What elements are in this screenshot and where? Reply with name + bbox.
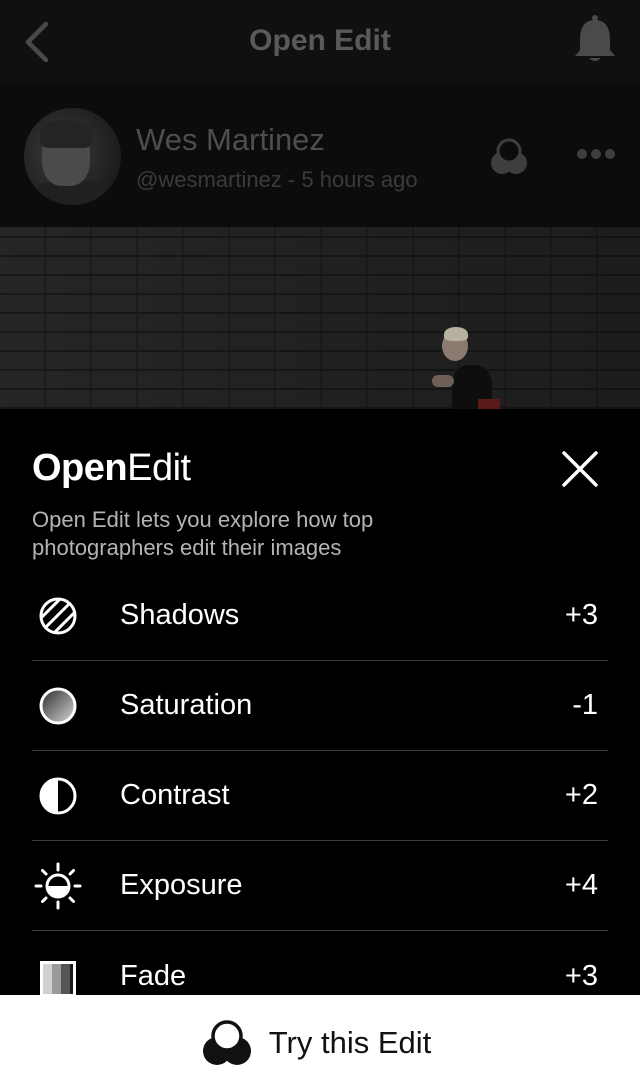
try-edit-button[interactable]: Try this Edit [0, 995, 640, 1091]
post-meta: @wesmartinez - 5 hours ago [136, 167, 418, 192]
adjustment-row-fade: Fade +3 [32, 931, 608, 995]
adjustment-row-shadows: Shadows +3 [32, 571, 608, 661]
adjustment-row-saturation: Saturation -1 [32, 661, 608, 751]
post-photo [0, 227, 640, 409]
sheet-title: OpenEdit [32, 447, 191, 489]
adjustment-list: Shadows +3 Saturation -1 Contrast +2 Exp… [32, 571, 608, 995]
fade-icon [40, 961, 76, 995]
nav-title: Open Edit [249, 24, 391, 57]
user-name[interactable]: Wes Martinez [136, 122, 325, 158]
close-icon[interactable] [561, 450, 599, 488]
saturation-icon [39, 687, 77, 725]
chevron-left-icon[interactable] [20, 20, 52, 64]
sheet-description: Open Edit lets you explore how top photo… [32, 507, 374, 560]
adjustment-row-exposure: Exposure +4 [32, 841, 608, 931]
try-edit-label: Try this Edit [268, 1025, 432, 1060]
nav-bar: Open Edit [0, 0, 640, 82]
contrast-icon [39, 777, 77, 815]
exposure-icon [34, 862, 82, 910]
shadows-icon [39, 597, 77, 635]
bell-icon[interactable] [572, 14, 618, 64]
avatar[interactable] [24, 108, 121, 205]
vsco-edit-icon [202, 1020, 251, 1065]
vsco-edit-icon[interactable] [488, 136, 530, 178]
open-edit-sheet: OpenEdit Open Edit lets you explore how … [0, 409, 640, 995]
more-dots-icon[interactable] [576, 146, 616, 162]
adjustment-row-contrast: Contrast +2 [32, 751, 608, 841]
